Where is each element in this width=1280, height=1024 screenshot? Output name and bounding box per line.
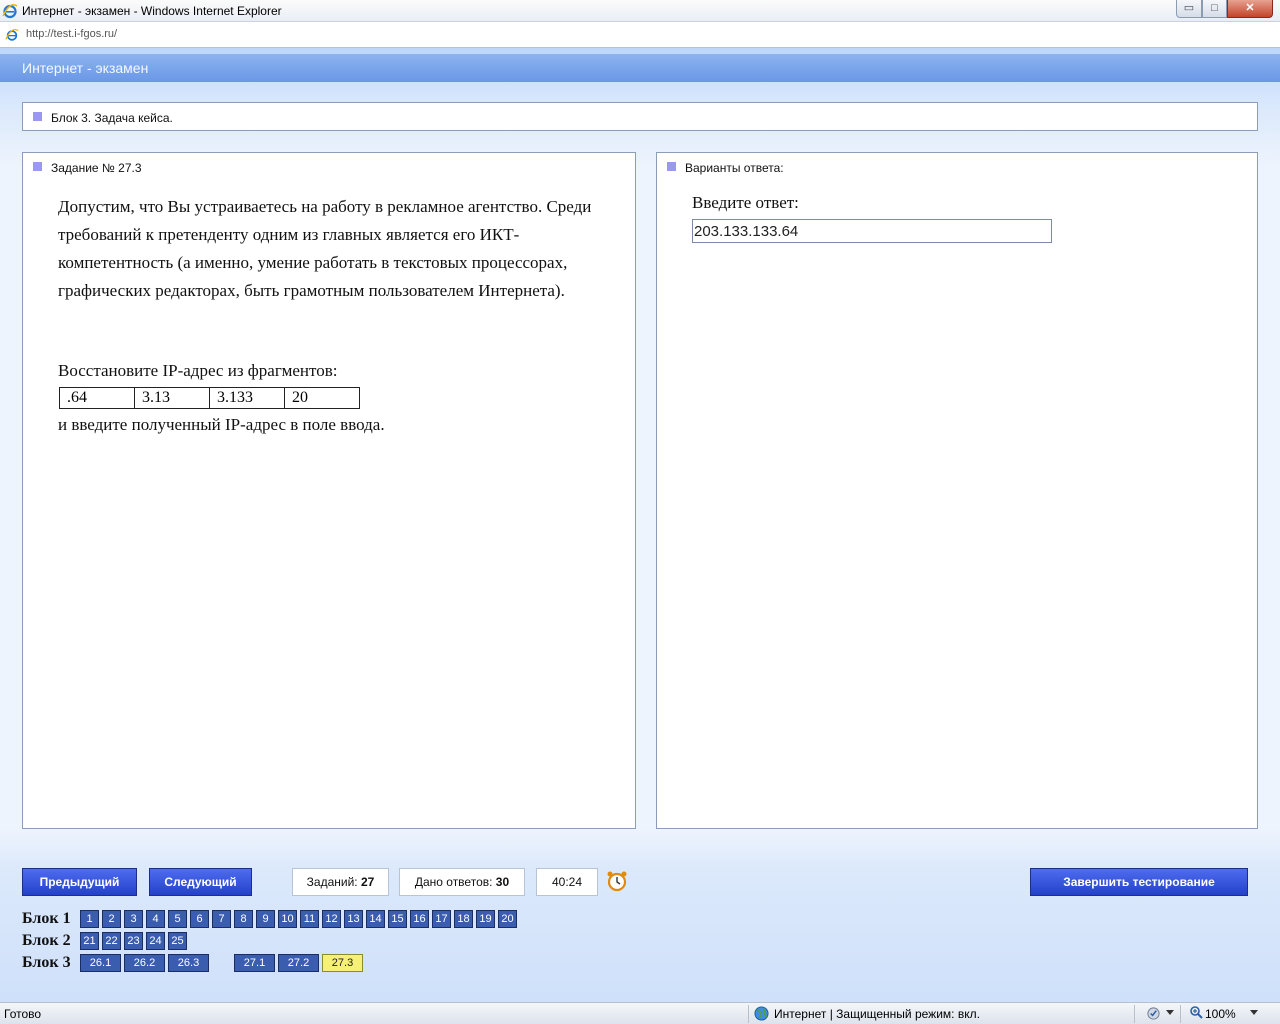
- question-button[interactable]: 21: [80, 932, 99, 950]
- alarm-clock-icon: [607, 871, 627, 892]
- question-button[interactable]: 9: [256, 910, 275, 928]
- question-button[interactable]: 11: [300, 910, 319, 928]
- question-button[interactable]: 14: [366, 910, 385, 928]
- close-icon: ✕: [1245, 2, 1255, 14]
- tasks-count-label: Заданий:: [306, 875, 358, 889]
- timer: 40:24: [536, 868, 598, 896]
- question-button[interactable]: 13: [344, 910, 363, 928]
- question-button[interactable]: 20: [498, 910, 517, 928]
- question-button[interactable]: 26.1: [80, 954, 121, 972]
- maximize-icon: □: [1211, 2, 1218, 14]
- tasks-count-box: Заданий: 27: [292, 868, 389, 896]
- zoom-level[interactable]: 100%: [1205, 1007, 1236, 1021]
- question-button[interactable]: 26.3: [168, 954, 209, 972]
- page-icon: [5, 28, 19, 41]
- question-button[interactable]: 1: [80, 910, 99, 928]
- block-2-label: Блок 2: [22, 932, 71, 949]
- block-header-panel: Блок 3. Задача кейса.: [22, 102, 1258, 131]
- ip-fragments-table: .64 3.13 3.133 20: [59, 387, 360, 409]
- globe-icon: [754, 1006, 769, 1021]
- minimize-button[interactable]: ▭: [1176, 0, 1202, 18]
- next-button[interactable]: Следующий: [149, 868, 252, 896]
- question-button[interactable]: 24: [146, 932, 165, 950]
- answer-panel: Варианты ответа: Введите ответ:: [656, 152, 1258, 829]
- question-button[interactable]: 16: [410, 910, 429, 928]
- question-button[interactable]: 8: [234, 910, 253, 928]
- restore-ip-label: Восстановите IP-адрес из фрагментов:: [58, 361, 338, 380]
- block-header-label: Блок 3. Задача кейса.: [51, 111, 173, 125]
- security-zone-text[interactable]: Интернет | Защищенный режим: вкл.: [774, 1007, 980, 1021]
- window-title: Интернет - экзамен - Windows Internet Ex…: [22, 4, 282, 18]
- protected-mode-icon[interactable]: [1146, 1006, 1161, 1021]
- question-button[interactable]: 4: [146, 910, 165, 928]
- question-button[interactable]: 26.2: [124, 954, 165, 972]
- question-button[interactable]: 17: [432, 910, 451, 928]
- status-text: Готово: [4, 1007, 42, 1021]
- app-title: Интернет - экзамен: [22, 60, 149, 76]
- ip-fragment: 3.13: [134, 387, 210, 409]
- minimize-icon: ▭: [1183, 2, 1195, 14]
- question-button[interactable]: 10: [278, 910, 297, 928]
- question-button[interactable]: 23: [124, 932, 143, 950]
- status-divider: [1134, 1005, 1135, 1023]
- chevron-down-icon[interactable]: [1250, 1010, 1258, 1015]
- question-button[interactable]: 27.1: [234, 954, 275, 972]
- question-text: Допустим, что Вы устраиваетесь на работу…: [58, 197, 592, 300]
- question-button[interactable]: 5: [168, 910, 187, 928]
- block-1-label: Блок 1: [22, 910, 71, 927]
- close-button[interactable]: ✕: [1227, 0, 1273, 18]
- question-button[interactable]: 6: [190, 910, 209, 928]
- ip-fragment: 3.133: [209, 387, 285, 409]
- question-button[interactable]: 15: [388, 910, 407, 928]
- question-panel: Задание № 27.3 Допустим, что Вы устраива…: [22, 152, 636, 829]
- question-button[interactable]: 22: [102, 932, 121, 950]
- question-button-current[interactable]: 27.3: [322, 954, 363, 972]
- ip-fragment: .64: [59, 387, 135, 409]
- answer-prompt: Введите ответ:: [692, 193, 799, 212]
- question-button[interactable]: 2: [102, 910, 121, 928]
- maximize-button[interactable]: □: [1202, 0, 1227, 18]
- internet-explorer-icon: [2, 4, 18, 19]
- ip-fragment: 20: [284, 387, 360, 409]
- zoom-icon[interactable]: [1190, 1006, 1203, 1019]
- question-button[interactable]: 12: [322, 910, 341, 928]
- address-url[interactable]: http://test.i-fgos.ru/: [26, 28, 117, 40]
- question-button[interactable]: 25: [168, 932, 187, 950]
- answer-options-label: Варианты ответа:: [685, 161, 784, 175]
- exam-page: Интернет - экзамен Блок 3. Задача кейса.…: [0, 48, 1280, 1002]
- question-button[interactable]: 27.2: [278, 954, 319, 972]
- address-bar: http://test.i-fgos.ru/: [0, 22, 1280, 48]
- answer-input[interactable]: [692, 219, 1052, 243]
- answers-count-box: Дано ответов: 30: [399, 868, 525, 896]
- status-bar: Готово Интернет | Защищенный режим: вкл.…: [0, 1002, 1280, 1024]
- finish-test-button[interactable]: Завершить тестирование: [1030, 868, 1248, 896]
- bullet-icon: [667, 162, 676, 171]
- bullet-icon: [33, 162, 42, 171]
- question-button[interactable]: 7: [212, 910, 231, 928]
- tasks-count-value: 27: [360, 875, 375, 889]
- question-button[interactable]: 3: [124, 910, 143, 928]
- block-3-label: Блок 3: [22, 954, 71, 971]
- question-button[interactable]: 18: [454, 910, 473, 928]
- previous-button[interactable]: Предыдущий: [22, 868, 137, 896]
- bullet-icon: [33, 112, 42, 121]
- question-button[interactable]: 19: [476, 910, 495, 928]
- enter-ip-instruction: и введите полученный IP-адрес в поле вво…: [58, 415, 385, 434]
- question-number-label: Задание № 27.3: [51, 161, 142, 175]
- answers-count-label: Дано ответов:: [414, 875, 493, 889]
- app-header: Интернет - экзамен: [0, 54, 1280, 82]
- status-divider: [748, 1005, 749, 1023]
- status-divider: [1180, 1005, 1181, 1023]
- chevron-down-icon[interactable]: [1166, 1010, 1174, 1015]
- window-titlebar: Интернет - экзамен - Windows Internet Ex…: [0, 0, 1280, 22]
- answers-count-value: 30: [495, 875, 510, 889]
